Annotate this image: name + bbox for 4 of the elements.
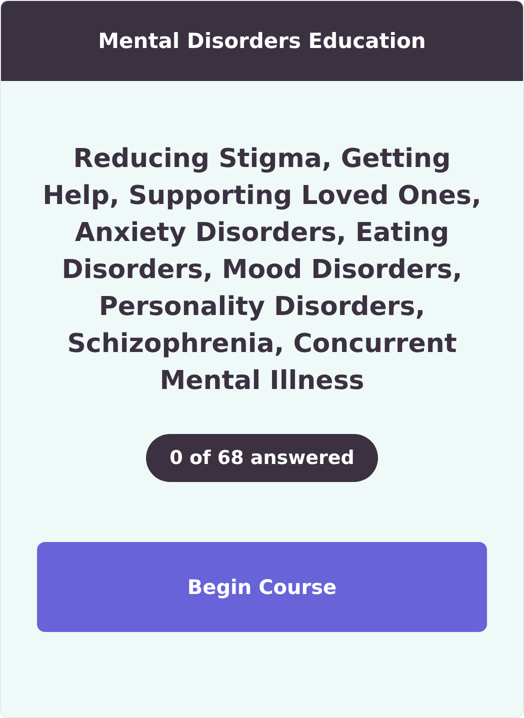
begin-course-button[interactable]: Begin Course <box>37 542 487 632</box>
progress-badge: 0 of 68 answered <box>146 434 378 482</box>
course-title: Mental Disorders Education <box>98 29 426 53</box>
topics-list-text: Reducing Stigma, Getting Help, Supporting Loved Ones, Anxiety Disorders, Eating Disorders, Mood Disorders, Personality Disorders, Schizophrenia, Concurrent Mental Illness <box>42 143 482 398</box>
